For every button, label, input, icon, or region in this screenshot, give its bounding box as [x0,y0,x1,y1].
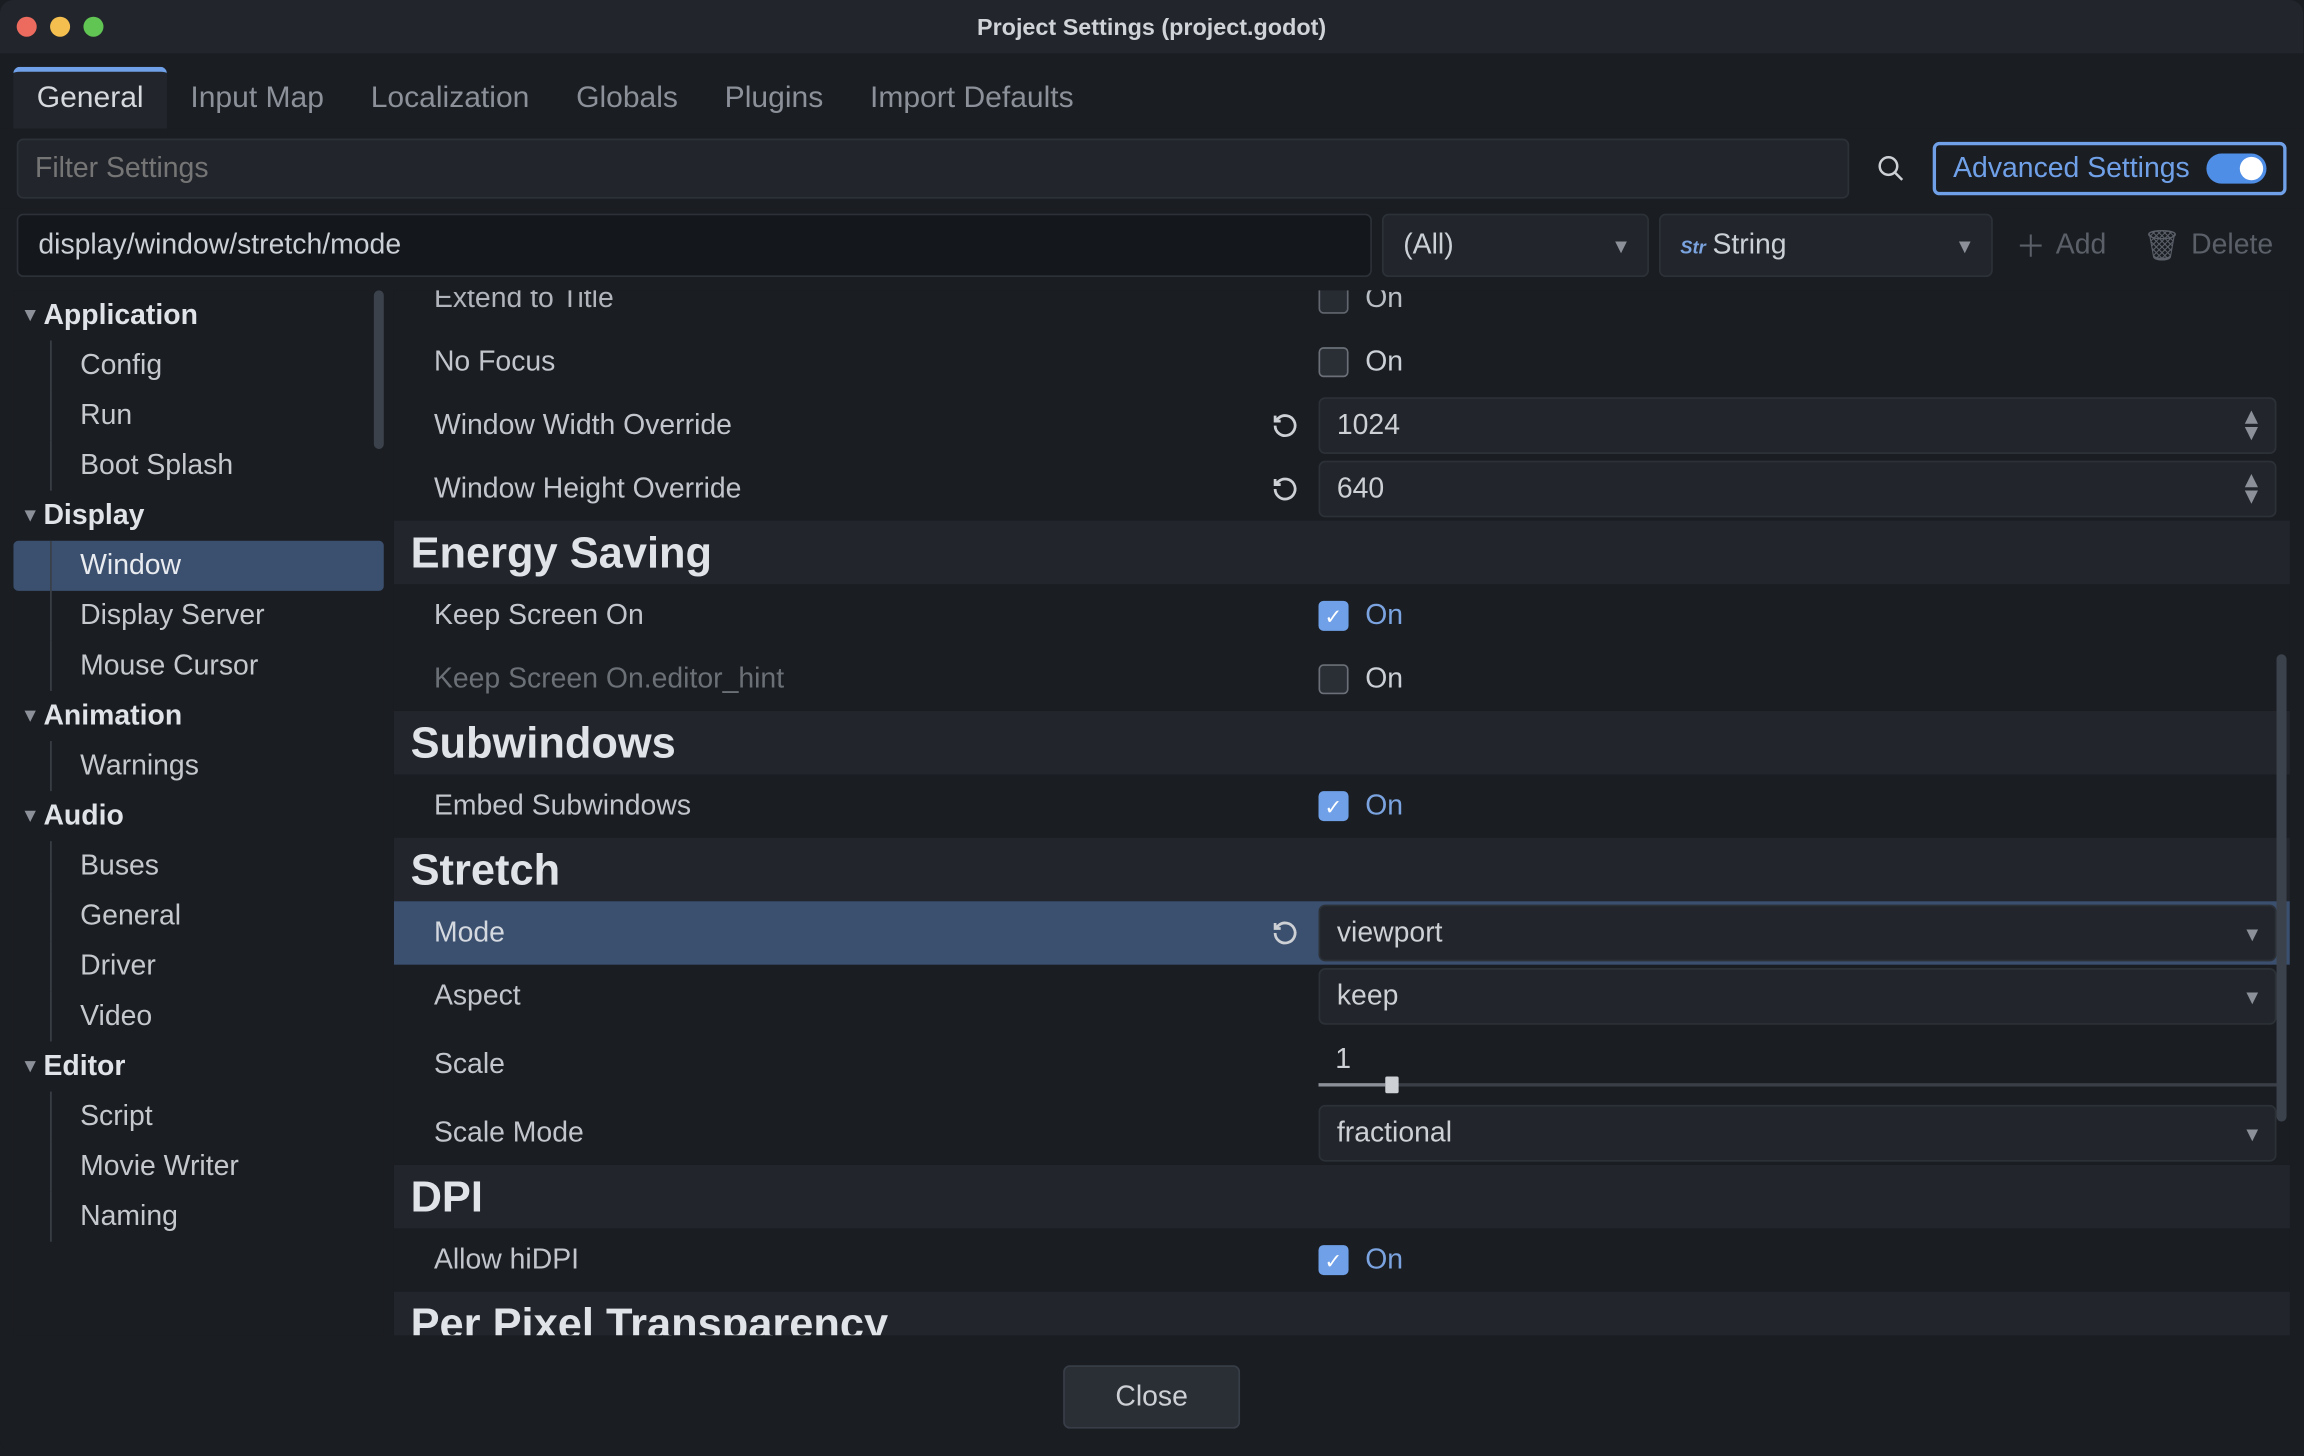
section-subwindows: Subwindows [394,711,2290,774]
scope-dropdown[interactable]: (All) ▾ [1382,214,1649,277]
row-window-width-override: Window Width Override 1024▴▾ [394,394,2290,457]
row-keep-screen-on-hint: Keep Screen On.editor_hint On [394,648,2290,711]
row-no-focus: No Focus On [394,330,2290,393]
tree-item-movie-writer[interactable]: Movie Writer [13,1142,384,1192]
row-stretch-aspect: Aspect keep▾ [394,965,2290,1028]
window-width-override-field[interactable]: 1024▴▾ [1319,397,2277,454]
checkbox-keep-screen-on[interactable] [1319,601,1349,631]
tab-localization[interactable]: Localization [347,67,552,129]
tree-item-warnings[interactable]: Warnings [13,741,384,791]
row-keep-screen-on: Keep Screen On On [394,584,2290,647]
stretch-mode-dropdown[interactable]: viewport▾ [1319,905,2277,962]
section-dpi: DPI [394,1165,2290,1228]
category-tree[interactable]: ▸Application Config Run Boot Splash ▸Dis… [13,290,384,1335]
tree-group-application[interactable]: ▸Application [13,290,384,340]
type-dropdown-value: String [1712,229,1786,261]
section-stretch: Stretch [394,838,2290,901]
toggle-icon [2206,154,2266,184]
tree-group-editor[interactable]: ▸Editor [13,1041,384,1091]
stretch-aspect-dropdown[interactable]: keep▾ [1319,968,2277,1025]
tree-item-boot-splash[interactable]: Boot Splash [13,441,384,491]
titlebar: Project Settings (project.godot) [0,0,2303,53]
tree-item-buses[interactable]: Buses [13,841,384,891]
reset-icon[interactable] [1265,406,1305,446]
tree-item-script[interactable]: Script [13,1092,384,1142]
project-settings-window: { "window": { "title": "Project Settings… [0,0,2303,1452]
tree-item-config[interactable]: Config [13,340,384,390]
slider-track [1319,1083,2277,1086]
chevron-down-icon: ▾ [1959,231,1971,259]
panel-scroll[interactable]: Extend to Title On No Focus On Window Wi… [394,290,2290,1335]
property-path-row: (All) ▾ Str String ▾ ＋Add 🗑Delete [0,209,2303,287]
checkbox-extend-to-title[interactable] [1319,290,1349,313]
main-area: ▸Application Config Run Boot Splash ▸Dis… [0,287,2303,1348]
tab-plugins[interactable]: Plugins [701,67,846,129]
tree-item-general[interactable]: General [13,891,384,941]
tab-globals[interactable]: Globals [553,67,702,129]
filter-row: Advanced Settings [0,129,2303,209]
plus-icon: ＋ [2016,224,2046,267]
checkbox-keep-screen-on-hint[interactable] [1319,664,1349,694]
checkbox-no-focus[interactable] [1319,347,1349,377]
property-panel: Extend to Title On No Focus On Window Wi… [394,290,2290,1335]
footer: Close [0,1349,2303,1452]
chevron-down-icon: ▾ [2246,982,2258,1010]
chevron-down-icon: ▾ [2246,919,2258,947]
add-property-button: ＋Add [2002,214,2119,277]
slider-thumb-icon [1386,1077,1399,1094]
tree-item-window[interactable]: Window [13,541,384,591]
window-height-override-field[interactable]: 640▴▾ [1319,461,2277,518]
window-title: Project Settings (project.godot) [0,13,2303,40]
spin-icon: ▴▾ [2245,410,2258,442]
delete-property-button: 🗑Delete [2130,214,2287,277]
tree-item-run[interactable]: Run [13,391,384,441]
tab-import-defaults[interactable]: Import Defaults [847,67,1097,129]
row-stretch-scale: Scale 1 [394,1028,2290,1101]
panel-scrollbar[interactable] [2277,654,2287,1121]
spin-icon: ▴▾ [2245,473,2258,505]
string-type-icon: Str [1680,239,1706,259]
tab-general[interactable]: General [13,67,167,129]
chevron-down-icon: ▾ [1615,231,1627,259]
section-energy-saving: Energy Saving [394,521,2290,584]
row-allow-hidpi: Allow hiDPI On [394,1228,2290,1291]
row-embed-subwindows: Embed Subwindows On [394,774,2290,837]
type-dropdown[interactable]: Str String ▾ [1659,214,1993,277]
reset-icon[interactable] [1265,913,1305,953]
tree-group-display[interactable]: ▸Display [13,491,384,541]
tab-bar: General Input Map Localization Globals P… [0,53,2303,128]
row-extend-to-title: Extend to Title On [394,290,2290,330]
section-per-pixel-transparency: Per Pixel Transparency [394,1292,2290,1335]
advanced-settings-toggle[interactable]: Advanced Settings [1933,142,2286,195]
reset-icon[interactable] [1265,469,1305,509]
property-path-input[interactable] [17,214,1372,277]
tree-group-audio[interactable]: ▸Audio [13,791,384,841]
stretch-scale-mode-dropdown[interactable]: fractional▾ [1319,1105,2277,1162]
row-stretch-scale-mode: Scale Mode fractional▾ [394,1102,2290,1165]
search-icon[interactable] [1863,140,1920,197]
tab-input-map[interactable]: Input Map [167,67,347,129]
row-window-height-override: Window Height Override 640▴▾ [394,457,2290,520]
close-button[interactable]: Close [1064,1365,1240,1428]
tree-item-naming[interactable]: Naming [13,1192,384,1242]
checkbox-allow-hidpi[interactable] [1319,1245,1349,1275]
chevron-down-icon: ▾ [2246,1119,2258,1147]
advanced-settings-label: Advanced Settings [1953,152,2190,185]
checkbox-embed-subwindows[interactable] [1319,791,1349,821]
trash-icon: 🗑 [2143,228,2181,263]
scope-dropdown-value: (All) [1403,229,1453,262]
tree-item-video[interactable]: Video [13,991,384,1041]
tree-item-driver[interactable]: Driver [13,941,384,991]
row-stretch-mode: Mode viewport▾ [394,901,2290,964]
filter-settings-input[interactable] [17,139,1850,199]
tree-item-display-server[interactable]: Display Server [13,591,384,641]
stretch-scale-slider[interactable]: 1 [1319,1043,2277,1086]
tree-item-mouse-cursor[interactable]: Mouse Cursor [13,641,384,691]
tree-group-animation[interactable]: ▸Animation [13,691,384,741]
